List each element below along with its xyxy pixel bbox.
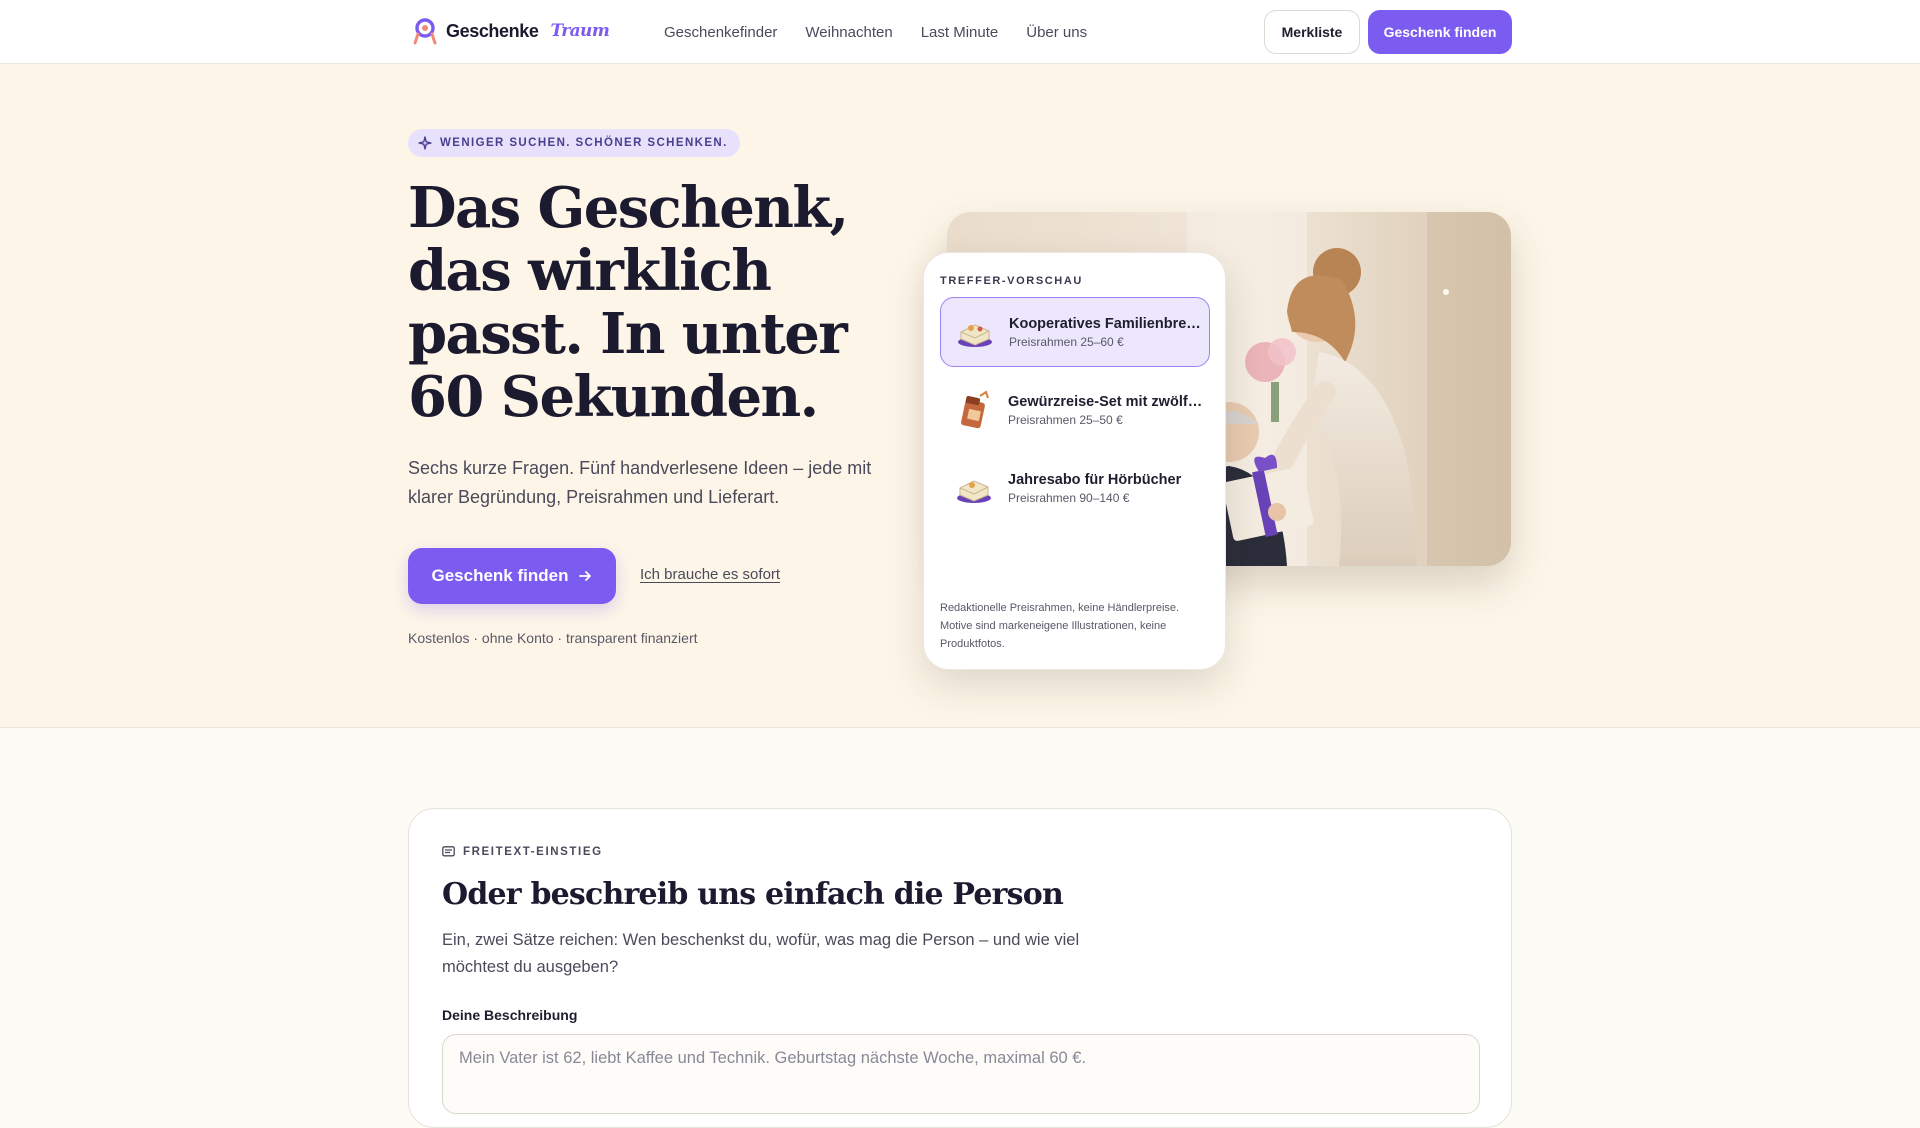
need-it-now-link[interactable]: Ich brauche es sofort [640,566,780,583]
nav-link-last-minute[interactable]: Last Minute [921,24,999,41]
preview-item-name: Gewürzreise-Set mit zwölf Sorten [1008,393,1204,410]
hero-fineprint: Kostenlos · ohne Konto · transparent fin… [408,630,698,646]
freetext-panel: FREITEXT-EINSTIEG Oder beschreib uns ein… [408,808,1512,1128]
freetext-description: Ein, zwei Sätze reichen: Wen beschenkst … [442,931,1080,976]
hero-eyebrow-text: WENIGER SUCHEN. SCHÖNER SCHENKEN. [440,137,728,149]
hero-lead: Sechs kurze Fragen. Fünf handverlesene I… [408,458,872,507]
audiobook-icon [952,466,996,510]
hero-eyebrow-badge: WENIGER SUCHEN. SCHÖNER SCHENKEN. [408,129,740,157]
description-input[interactable] [442,1034,1480,1114]
arrow-right-icon [579,571,592,581]
spice-set-icon [952,388,996,432]
sparkle-icon [418,136,432,150]
site-header: Geschenke Traum Geschenkefinder Weihnach… [0,0,1920,64]
board-game-icon [953,310,997,354]
freetext-kicker-text: FREITEXT-EINSTIEG [463,846,603,858]
header-find-gift-button[interactable]: Geschenk finden [1368,10,1512,54]
nav-link-weihnachten[interactable]: Weihnachten [805,24,892,41]
nav-link-ueber-uns[interactable]: Über uns [1026,24,1087,41]
description-label: Deine Beschreibung [442,1007,578,1023]
preview-item[interactable]: Kooperatives Familienbrettspiel Preisrah… [940,297,1210,367]
logo-accent-text: Traum [550,21,610,41]
hero-find-gift-button[interactable]: Geschenk finden [408,548,616,604]
match-preview-card: TREFFER-VORSCHAU Kooperatives Familienbr… [923,252,1226,670]
freetext-kicker: FREITEXT-EINSTIEG [442,846,603,858]
wishlist-button[interactable]: Merkliste [1264,10,1360,54]
logo[interactable]: Geschenke Traum [412,17,610,45]
preview-item-name: Jahresabo für Hörbücher [1008,471,1182,488]
preview-item[interactable]: Gewürzreise-Set mit zwölf Sorten Preisra… [940,375,1210,445]
preview-item-price: Preisrahmen 25–60 € [1009,334,1124,349]
preview-title: TREFFER-VORSCHAU [940,275,1083,287]
preview-item[interactable]: Jahresabo für Hörbücher Preisrahmen 90–1… [940,453,1210,523]
preview-item-price: Preisrahmen 90–140 € [1008,490,1130,505]
preview-disclaimer: Redaktionelle Preisrahmen, keine Händler… [940,602,1180,650]
message-icon [442,846,455,857]
logo-icon [413,18,437,45]
hero-headline: Das Geschenk, das wirklich passt. In unt… [408,175,849,430]
preview-item-name: Kooperatives Familienbrettspiel [1009,315,1205,332]
logo-text: Geschenke [446,20,539,41]
nav-link-geschenkefinder[interactable]: Geschenkefinder [664,24,777,41]
main-nav: Geschenkefinder Weihnachten Last Minute … [664,0,1087,64]
hero-section: WENIGER SUCHEN. SCHÖNER SCHENKEN. Das Ge… [0,64,1920,728]
freetext-title: Oder beschreib uns einfach die Person [442,877,1064,912]
hero-cta-label: Geschenk finden [431,566,569,585]
preview-item-price: Preisrahmen 25–50 € [1008,412,1123,427]
